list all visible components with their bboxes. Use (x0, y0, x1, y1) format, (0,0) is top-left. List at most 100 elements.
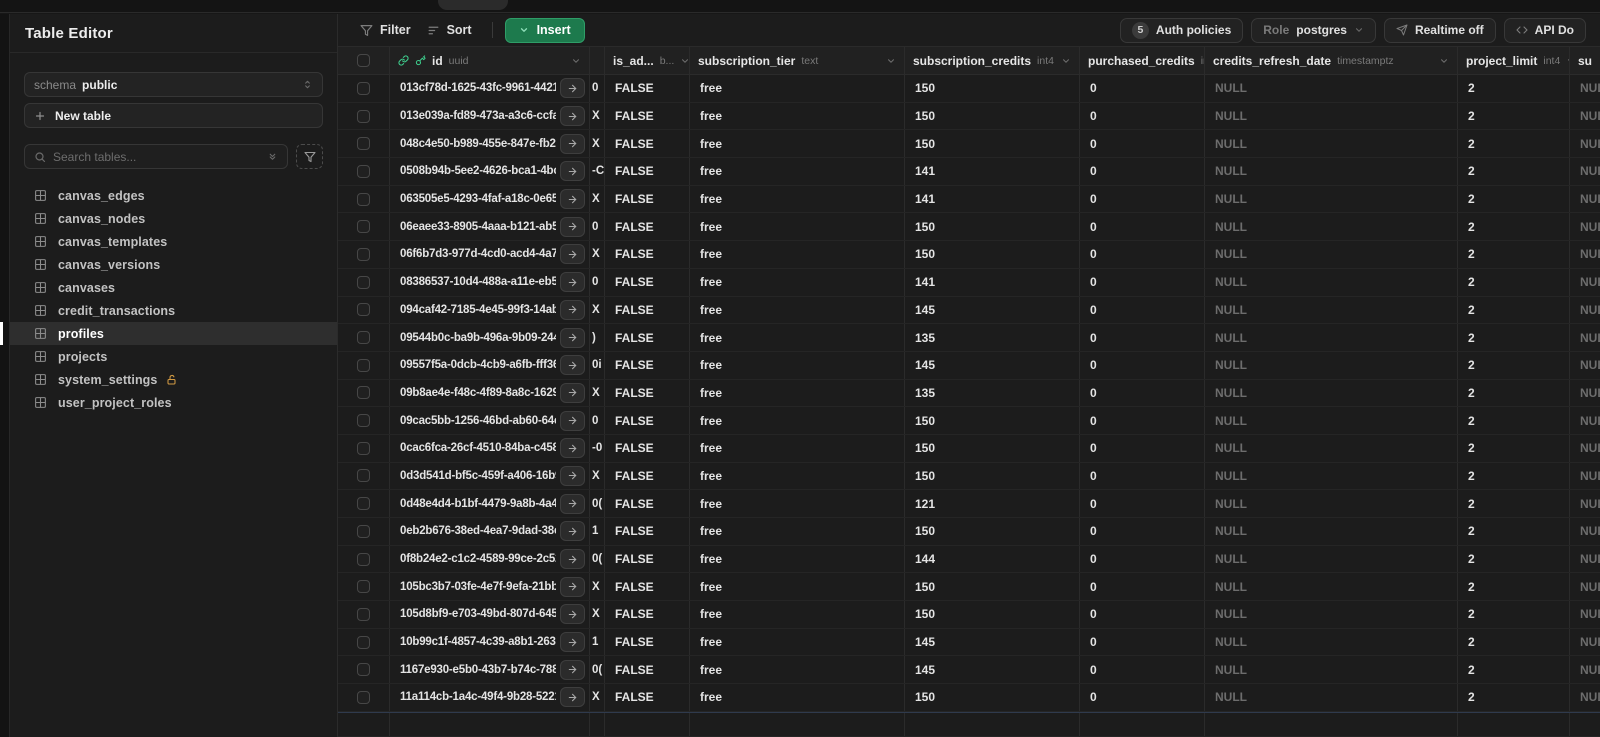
clipped-cell[interactable]: X (590, 241, 605, 268)
clipped-cell[interactable]: 1 (590, 518, 605, 545)
is-admin-cell[interactable]: FALSE (605, 351, 690, 379)
credits-refresh-date-cell[interactable]: NULL (1205, 324, 1458, 351)
is-admin-cell[interactable]: FALSE (605, 296, 690, 324)
subscription-credits-cell[interactable]: 145 (905, 296, 1080, 324)
auth-policies-button[interactable]: 5 Auth policies (1119, 17, 1244, 43)
purchased-credits-cell[interactable]: 0 (1080, 601, 1205, 628)
subscription-credits-cell[interactable]: 150 (905, 462, 1080, 490)
id-cell[interactable]: 0f8b24e2-c1c2-4589-99ce-2c52d... (390, 545, 590, 573)
row-checkbox[interactable] (357, 580, 370, 594)
row-checkbox[interactable] (357, 552, 370, 566)
subscription-credits-cell[interactable]: 150 (905, 684, 1080, 711)
row-checkbox[interactable] (357, 192, 370, 206)
expand-row-button[interactable] (560, 355, 585, 376)
clipped-cell[interactable]: X (590, 102, 605, 130)
chevron-down-icon[interactable] (886, 56, 896, 66)
purchased-credits-cell[interactable]: 0 (1080, 518, 1205, 545)
id-cell[interactable]: 0d48e4d4-b1bf-4479-9a8b-4a4b... (390, 490, 590, 517)
sidebar-item-profiles[interactable]: profiles (0, 322, 337, 345)
subscription-tier-cell[interactable]: free (690, 462, 905, 490)
subscription-credits-cell[interactable]: 150 (905, 102, 1080, 130)
id-cell[interactable]: 048c4e50-b989-455e-847e-fb2f... (390, 130, 590, 158)
subscription-credits-cell[interactable]: 135 (905, 324, 1080, 351)
column-header-id[interactable]: id uuid (390, 47, 590, 74)
row-checkbox[interactable] (357, 247, 370, 261)
clipped-last-cell[interactable]: NULL (1570, 352, 1600, 379)
id-cell[interactable]: 09544b0c-ba9b-496a-9b09-244... (390, 324, 590, 351)
subscription-tier-cell[interactable]: free (690, 434, 905, 462)
column-header-clipped[interactable] (590, 47, 605, 74)
sidebar-item-canvas_nodes[interactable]: canvas_nodes (10, 207, 337, 230)
purchased-credits-cell[interactable]: 0 (1080, 296, 1205, 324)
project-limit-cell[interactable]: 2 (1458, 102, 1570, 130)
row-checkbox[interactable] (357, 164, 370, 178)
credits-refresh-date-cell[interactable]: NULL (1205, 490, 1458, 517)
table-row[interactable]: 06eaee33-8905-4aaa-b121-ab552... 0 FALSE… (338, 213, 1600, 242)
project-limit-cell[interactable]: 2 (1458, 185, 1570, 213)
id-cell[interactable]: 105d8bf9-e703-49bd-807d-645e... (390, 601, 590, 628)
purchased-credits-cell[interactable]: 0 (1080, 379, 1205, 407)
clipped-last-cell[interactable]: NULL (1570, 269, 1600, 296)
project-limit-cell[interactable]: 2 (1458, 462, 1570, 490)
subscription-credits-cell[interactable]: 150 (905, 601, 1080, 628)
clipped-last-cell[interactable]: NULL (1570, 435, 1600, 462)
credits-refresh-date-cell[interactable]: NULL (1205, 545, 1458, 573)
project-limit-cell[interactable]: 2 (1458, 75, 1570, 102)
clipped-last-cell[interactable]: NULL (1570, 656, 1600, 683)
is-admin-cell[interactable]: FALSE (605, 158, 690, 185)
purchased-credits-cell[interactable]: 0 (1080, 102, 1205, 130)
credits-refresh-date-cell[interactable]: NULL (1205, 185, 1458, 213)
table-row[interactable]: 06f6b7d3-977d-4cd0-acd4-4a78... X FALSE … (338, 241, 1600, 269)
purchased-credits-cell[interactable]: 0 (1080, 628, 1205, 656)
row-checkbox[interactable] (357, 469, 370, 483)
subscription-credits-cell[interactable]: 150 (905, 213, 1080, 241)
is-admin-cell[interactable]: FALSE (605, 324, 690, 351)
project-limit-cell[interactable]: 2 (1458, 601, 1570, 628)
row-checkbox[interactable] (357, 414, 370, 428)
id-cell[interactable]: 0508b94b-5ee2-4626-bca1-4bca... (390, 158, 590, 185)
subscription-tier-cell[interactable]: free (690, 407, 905, 434)
row-checkbox[interactable] (357, 635, 370, 649)
column-header-purchased-credits[interactable]: purchased_credits int4 (1080, 47, 1205, 74)
project-limit-cell[interactable]: 2 (1458, 518, 1570, 545)
credits-refresh-date-cell[interactable]: NULL (1205, 241, 1458, 268)
new-table-button[interactable]: New table (24, 103, 323, 128)
credits-refresh-date-cell[interactable]: NULL (1205, 296, 1458, 324)
column-header-credits-refresh-date[interactable]: credits_refresh_date timestamptz (1205, 47, 1458, 74)
sidebar-item-user_project_roles[interactable]: user_project_roles (10, 391, 337, 414)
credits-refresh-date-cell[interactable]: NULL (1205, 213, 1458, 241)
expand-row-button[interactable] (560, 604, 585, 625)
is-admin-cell[interactable]: FALSE (605, 102, 690, 130)
expand-row-button[interactable] (560, 549, 585, 570)
clipped-cell[interactable]: 0 (590, 268, 605, 296)
row-checkbox[interactable] (357, 663, 370, 677)
credits-refresh-date-cell[interactable]: NULL (1205, 656, 1458, 684)
chevron-down-icon[interactable] (680, 56, 689, 66)
clipped-last-cell[interactable]: NULL (1570, 103, 1600, 130)
table-row[interactable]: 094caf42-7185-4e45-99f3-14abee... X FALS… (338, 296, 1600, 325)
id-cell[interactable]: 013cf78d-1625-43fc-9961-442189... (390, 75, 590, 102)
row-checkbox[interactable] (357, 303, 370, 317)
credits-refresh-date-cell[interactable]: NULL (1205, 628, 1458, 656)
is-admin-cell[interactable]: FALSE (605, 573, 690, 601)
expand-row-button[interactable] (560, 299, 585, 320)
row-checkbox[interactable] (357, 386, 370, 400)
project-limit-cell[interactable]: 2 (1458, 268, 1570, 296)
expand-row-button[interactable] (560, 521, 585, 542)
search-input[interactable]: Search tables... (24, 144, 288, 169)
row-checkbox[interactable] (357, 109, 370, 123)
table-row[interactable]: 11a114cb-1a4c-49f4-9b28-52219ec... X FAL… (338, 684, 1600, 712)
is-admin-cell[interactable]: FALSE (605, 407, 690, 434)
credits-refresh-date-cell[interactable]: NULL (1205, 684, 1458, 711)
project-limit-cell[interactable]: 2 (1458, 573, 1570, 601)
sidebar-item-projects[interactable]: projects (10, 345, 337, 368)
table-row[interactable]: 09544b0c-ba9b-496a-9b09-244... ) FALSE f… (338, 324, 1600, 352)
subscription-tier-cell[interactable]: free (690, 102, 905, 130)
is-admin-cell[interactable]: FALSE (605, 379, 690, 407)
purchased-credits-cell[interactable]: 0 (1080, 75, 1205, 102)
credits-refresh-date-cell[interactable]: NULL (1205, 158, 1458, 185)
subscription-credits-cell[interactable]: 150 (905, 75, 1080, 102)
expand-row-button[interactable] (560, 244, 585, 265)
subscription-tier-cell[interactable]: free (690, 628, 905, 656)
sidebar-item-canvases[interactable]: canvases (10, 276, 337, 299)
